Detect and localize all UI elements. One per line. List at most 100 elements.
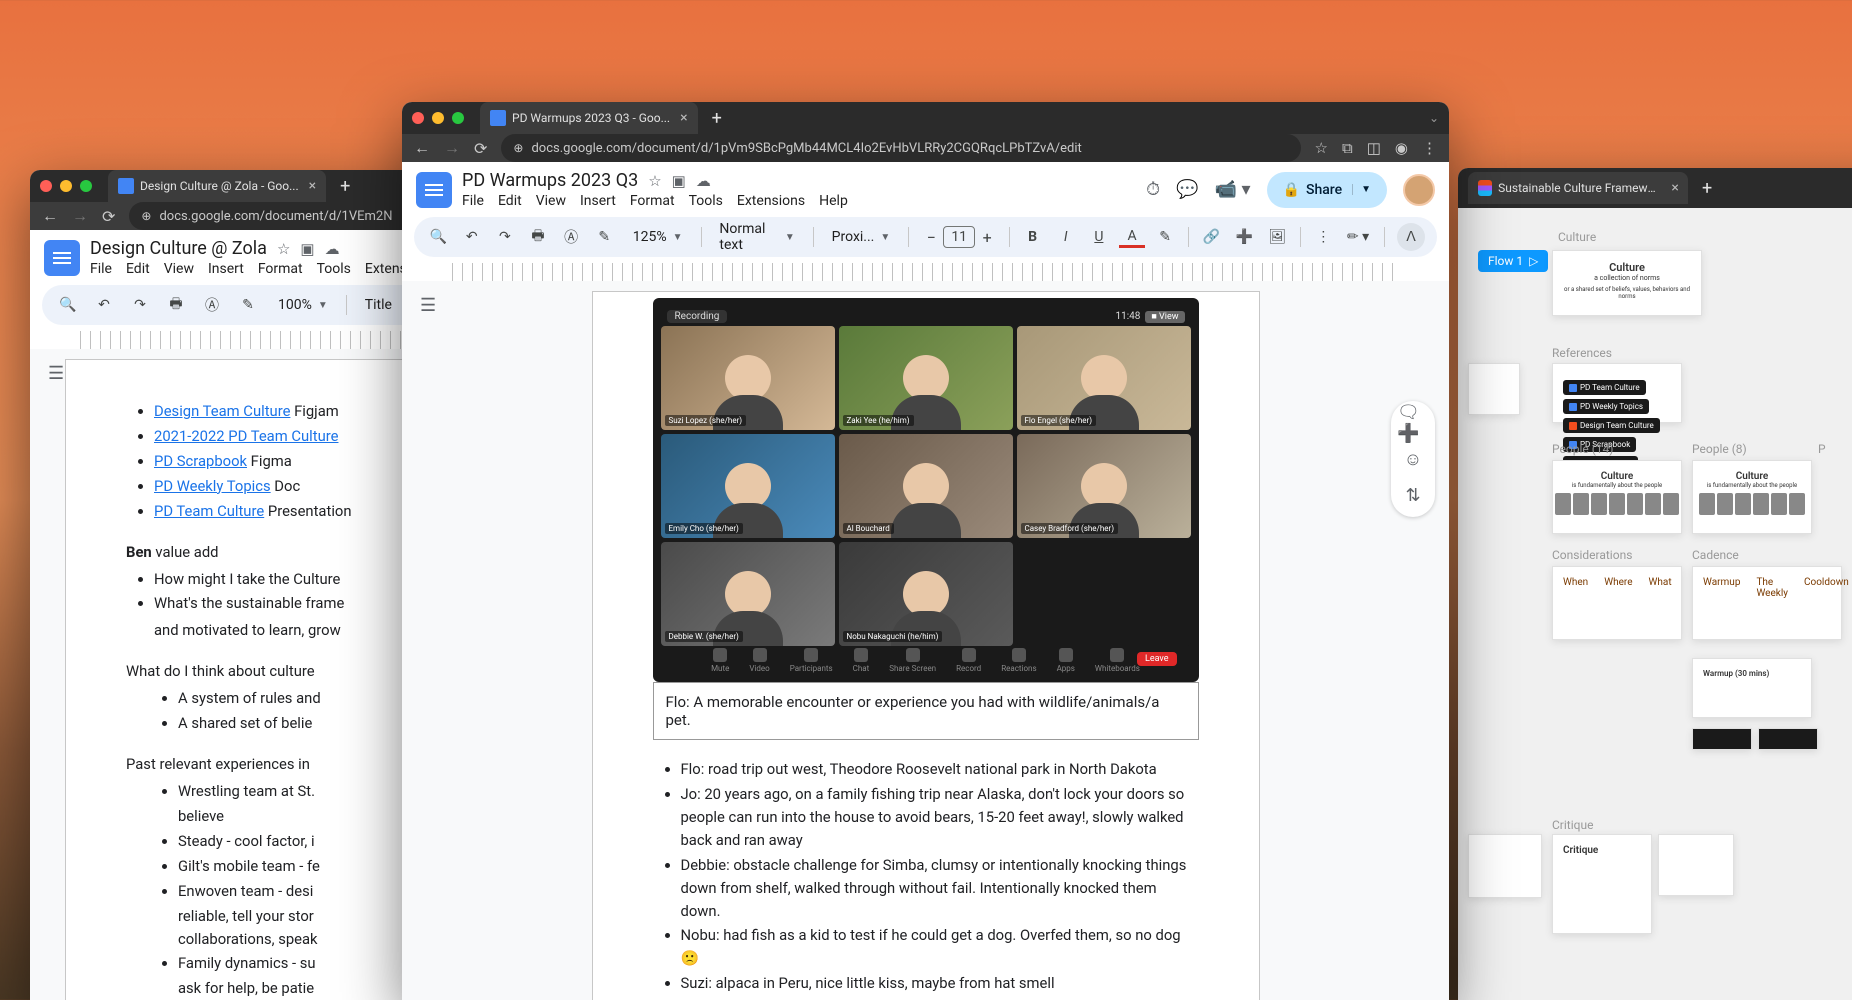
move-icon[interactable]: ▣ bbox=[300, 240, 314, 258]
outline-toggle-icon[interactable]: ☰ bbox=[420, 295, 436, 316]
traffic-lights[interactable] bbox=[412, 112, 464, 124]
sticky-note[interactable] bbox=[1468, 363, 1520, 415]
site-info-icon[interactable]: ⊕ bbox=[513, 141, 523, 155]
cloud-icon[interactable]: ☁ bbox=[696, 172, 711, 190]
site-info-icon[interactable]: ⊕ bbox=[141, 209, 151, 223]
menu-help[interactable]: Help bbox=[819, 193, 848, 209]
sidebar-icon[interactable]: ◫ bbox=[1367, 139, 1381, 157]
people-frame-a[interactable]: Culture is fundamentally about the peopl… bbox=[1552, 460, 1682, 534]
menu-edit[interactable]: Edit bbox=[498, 193, 522, 209]
new-tab-button[interactable]: + bbox=[334, 176, 356, 197]
forward-icon[interactable]: → bbox=[444, 138, 460, 158]
styles-selector[interactable]: Title bbox=[357, 293, 400, 317]
new-tab-button[interactable]: + bbox=[706, 108, 728, 129]
menu-tools[interactable]: Tools bbox=[317, 261, 351, 277]
figma-canvas[interactable]: Flow 1 ▷ Culture Culture a collection of… bbox=[1458, 208, 1852, 1000]
reload-icon[interactable]: ⟳ bbox=[102, 207, 115, 226]
cadence-frame[interactable]: WarmupThe WeeklyCooldown bbox=[1692, 566, 1842, 640]
text-color-icon[interactable]: A bbox=[1119, 226, 1144, 248]
menu-extensions[interactable]: Extensions bbox=[737, 193, 805, 209]
doc-link[interactable]: 2021-2022 PD Team Culture bbox=[154, 427, 338, 445]
spellcheck-icon[interactable]: Ⓐ bbox=[198, 291, 226, 319]
more-icon[interactable]: ⋮ bbox=[1422, 139, 1437, 157]
maximize-window-icon[interactable] bbox=[452, 112, 464, 124]
doc-title[interactable]: PD Warmups 2023 Q3 bbox=[462, 170, 638, 191]
undo-icon[interactable]: ↶ bbox=[459, 223, 484, 251]
star-icon[interactable]: ☆ bbox=[648, 172, 661, 190]
doc-link[interactable]: PD Weekly Topics bbox=[154, 477, 271, 495]
browser-tab[interactable]: Design Culture @ Zola - Goo... × bbox=[108, 170, 326, 202]
close-window-icon[interactable] bbox=[40, 180, 52, 192]
font-size-input[interactable]: 11 bbox=[943, 226, 975, 248]
warmup-frame[interactable]: Warmup (30 mins) bbox=[1692, 658, 1812, 718]
share-button[interactable]: 🔒 Share ▼ bbox=[1267, 172, 1387, 208]
docs-logo-icon[interactable] bbox=[44, 240, 80, 276]
link-icon[interactable]: 🔗 bbox=[1199, 223, 1224, 251]
culture-frame[interactable]: Culture a collection of norms or a share… bbox=[1552, 250, 1702, 316]
redo-icon[interactable]: ↷ bbox=[492, 223, 517, 251]
search-icon[interactable]: 🔍 bbox=[426, 223, 451, 251]
print-icon[interactable]: 🖶 bbox=[162, 291, 190, 319]
paint-format-icon[interactable]: ✎ bbox=[234, 291, 262, 319]
tab-close-icon[interactable]: × bbox=[680, 110, 687, 126]
considerations-frame[interactable]: When Where What bbox=[1552, 566, 1682, 640]
menu-format[interactable]: Format bbox=[258, 261, 303, 277]
people-frame-b[interactable]: Culture is fundamentally about the peopl… bbox=[1692, 460, 1812, 534]
profile-icon[interactable]: ◉ bbox=[1395, 139, 1408, 157]
suggest-icon[interactable]: ⇅ bbox=[1397, 479, 1429, 511]
avatar[interactable] bbox=[1403, 174, 1435, 206]
flow-tag[interactable]: Flow 1 ▷ bbox=[1478, 250, 1548, 272]
address-bar[interactable]: ⊕ docs.google.com/document/d/1pVm9SBcPgM… bbox=[501, 134, 1300, 162]
menu-insert[interactable]: Insert bbox=[580, 193, 616, 209]
back-icon[interactable]: ← bbox=[414, 138, 430, 158]
menu-tools[interactable]: Tools bbox=[689, 193, 723, 209]
tab-close-icon[interactable]: × bbox=[309, 178, 316, 194]
spellcheck-icon[interactable]: Ⓐ bbox=[559, 223, 584, 251]
tab-close-icon[interactable]: × bbox=[1671, 180, 1678, 196]
image-icon[interactable]: 🖼 bbox=[1265, 223, 1290, 251]
decrease-font-button[interactable]: − bbox=[919, 225, 943, 249]
browser-tab[interactable]: Sustainable Culture Framework (Al × bbox=[1468, 172, 1688, 204]
bookmark-icon[interactable]: ☆ bbox=[1315, 139, 1328, 157]
zoom-selector[interactable]: 100% ▼ bbox=[270, 293, 336, 317]
editing-mode-icon[interactable]: ✏ ▾ bbox=[1344, 223, 1372, 251]
back-icon[interactable]: ← bbox=[42, 206, 58, 226]
document-page[interactable]: Recording 11:48 ■ View Suzi Lopez (she/h… bbox=[592, 291, 1260, 1000]
reload-icon[interactable]: ⟳ bbox=[474, 139, 487, 158]
doc-link[interactable]: PD Scrapbook bbox=[154, 452, 247, 470]
history-icon[interactable]: ⏱ bbox=[1146, 179, 1160, 200]
reference-pill[interactable]: PD Team Culture bbox=[1563, 380, 1646, 395]
maximize-window-icon[interactable] bbox=[80, 180, 92, 192]
comments-icon[interactable]: 💬 bbox=[1176, 179, 1198, 200]
zoom-selector[interactable]: 125% ▼ bbox=[625, 225, 691, 249]
menu-view[interactable]: View bbox=[536, 193, 566, 209]
collapse-toolbar-icon[interactable]: ᐱ bbox=[1397, 223, 1425, 251]
menu-format[interactable]: Format bbox=[630, 193, 675, 209]
styles-selector[interactable]: Normal text ▼ bbox=[711, 225, 802, 249]
minimize-window-icon[interactable] bbox=[60, 180, 72, 192]
critique-table[interactable] bbox=[1658, 834, 1734, 896]
search-icon[interactable]: 🔍 bbox=[54, 291, 82, 319]
browser-tab[interactable]: PD Warmups 2023 Q3 - Goo... × bbox=[480, 102, 698, 134]
font-selector[interactable]: Proxi... ▼ bbox=[824, 225, 899, 249]
star-icon[interactable]: ☆ bbox=[277, 240, 290, 258]
menu-file[interactable]: File bbox=[90, 261, 112, 277]
minimize-window-icon[interactable] bbox=[432, 112, 444, 124]
italic-icon[interactable]: I bbox=[1053, 223, 1078, 251]
doc-title[interactable]: Design Culture @ Zola bbox=[90, 238, 267, 259]
reference-pill[interactable]: PD Weekly Topics bbox=[1563, 399, 1649, 414]
undo-icon[interactable]: ↶ bbox=[90, 291, 118, 319]
new-tab-button[interactable]: + bbox=[1696, 178, 1718, 199]
more-tools-icon[interactable]: ⋮ bbox=[1311, 223, 1336, 251]
doc-link[interactable]: PD Team Culture bbox=[154, 502, 264, 520]
reference-pill[interactable]: Design Team Culture bbox=[1563, 418, 1660, 433]
comment-icon[interactable]: ➕ bbox=[1232, 223, 1257, 251]
docs-logo-icon[interactable] bbox=[416, 172, 452, 208]
underline-icon[interactable]: U bbox=[1086, 223, 1111, 251]
redo-icon[interactable]: ↷ bbox=[126, 291, 154, 319]
critique-note[interactable] bbox=[1468, 834, 1542, 898]
meet-icon[interactable]: 📹 ▾ bbox=[1215, 179, 1251, 200]
menu-insert[interactable]: Insert bbox=[208, 261, 244, 277]
menu-file[interactable]: File bbox=[462, 193, 484, 209]
ref-pill-dark[interactable] bbox=[1692, 728, 1752, 750]
